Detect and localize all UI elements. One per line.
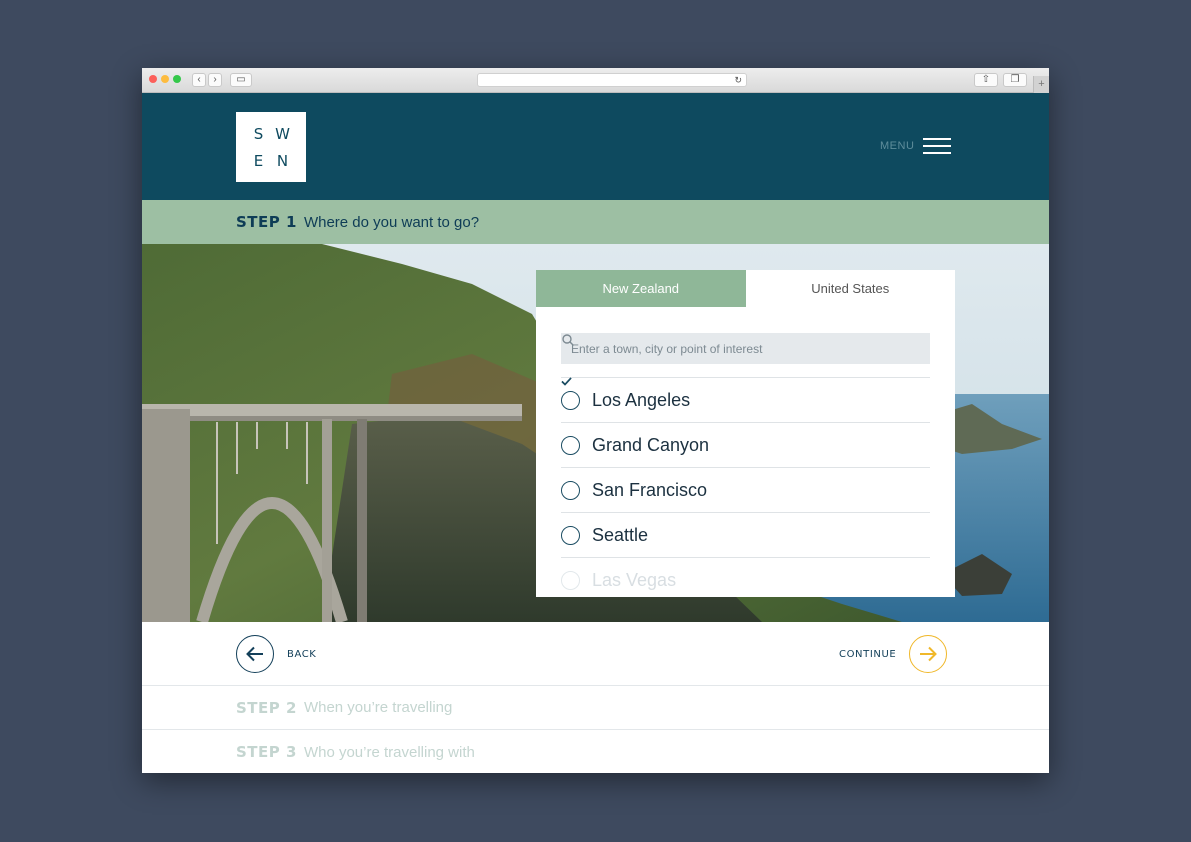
logo-letter: N (276, 151, 290, 170)
menu-button[interactable]: MENU (880, 137, 952, 155)
step-3-row[interactable]: STEP 3 Who you’re travelling with (142, 730, 1049, 773)
list-item-grand-canyon[interactable]: Grand Canyon (561, 422, 930, 467)
list-item-label: San Francisco (592, 479, 708, 500)
hero-landscape-image: New Zealand United States Los Ang (142, 244, 1049, 622)
destination-card: New Zealand United States Los Ang (536, 270, 955, 597)
reload-icon[interactable]: ↻ (734, 74, 742, 87)
checked-radio[interactable] (561, 377, 580, 545)
unchecked-radio[interactable] (561, 570, 580, 590)
tab-new-zealand[interactable]: New Zealand (536, 270, 746, 307)
checked-radio[interactable] (561, 377, 580, 410)
list-item-label: Grand Canyon (592, 434, 710, 455)
step-title: When you’re travelling (303, 699, 453, 716)
list-item-label: Seattle (592, 524, 649, 545)
back-label: BACK (287, 648, 317, 660)
logo-letter: W (275, 124, 291, 143)
continue-button[interactable]: CONTINUE (839, 635, 948, 673)
list-item-los-angeles[interactable]: Los Angeles (561, 377, 930, 422)
share-icon[interactable]: ⇧ (974, 73, 998, 87)
step-2-row[interactable]: STEP 2 When you’re travelling (142, 686, 1049, 730)
browser-back-icon[interactable]: ‹ (192, 73, 206, 87)
back-button[interactable]: BACK (236, 635, 316, 673)
hamburger-icon (923, 137, 952, 155)
close-window-button[interactable] (149, 75, 157, 83)
minimize-window-button[interactable] (161, 75, 169, 83)
check-icon (561, 377, 572, 386)
list-item-seattle[interactable]: Seattle (561, 377, 930, 557)
logo-letter: S (253, 124, 265, 143)
unchecked-radio[interactable] (561, 435, 580, 455)
step-title: Who you’re travelling with (303, 743, 475, 761)
browser-forward-icon[interactable]: › (208, 73, 222, 87)
new-tab-icon[interactable]: + (1033, 76, 1049, 93)
arrow-right-icon (909, 635, 948, 673)
browser-window: ‹ › ▭ ↻ ⇧ ❐ + S W E N MENU STEP 1 Where … (142, 68, 1049, 773)
destination-search (561, 333, 930, 364)
site-header: S W E N MENU (142, 93, 1049, 200)
address-bar[interactable]: ↻ (477, 73, 747, 87)
zoom-window-button[interactable] (173, 75, 181, 83)
list-item-label: Las Vegas (592, 569, 677, 590)
step-title: Where do you want to go? (303, 213, 480, 231)
continue-label: CONTINUE (839, 648, 897, 660)
tab-united-states[interactable]: United States (745, 270, 955, 307)
tabs-overview-icon[interactable]: ❐ (1003, 73, 1027, 87)
brand-logo[interactable]: S W E N (236, 112, 306, 182)
menu-label: MENU (880, 140, 915, 152)
step-number: STEP 1 (236, 213, 297, 231)
step-navigation: BACK CONTINUE (142, 622, 1049, 686)
country-tabs: New Zealand United States (536, 270, 955, 307)
current-step-bar: STEP 1 Where do you want to go? (142, 200, 1049, 244)
browser-toolbar: ‹ › ▭ ↻ ⇧ ❐ + (142, 68, 1049, 93)
arrow-left-icon (236, 635, 274, 673)
logo-letter: E (253, 151, 265, 170)
list-item-label: Los Angeles (592, 389, 691, 410)
search-input[interactable] (571, 341, 920, 356)
step-number: STEP 2 (236, 698, 297, 717)
sidebar-toggle-icon[interactable]: ▭ (230, 73, 252, 87)
unchecked-radio[interactable] (561, 480, 580, 500)
step-number: STEP 3 (236, 743, 297, 761)
search-icon[interactable] (561, 333, 575, 347)
list-item-las-vegas[interactable]: Las Vegas (561, 557, 930, 597)
destination-list: Los Angeles Grand Canyon San Francisco S… (561, 377, 930, 597)
list-item-san-francisco[interactable]: San Francisco (561, 467, 930, 512)
